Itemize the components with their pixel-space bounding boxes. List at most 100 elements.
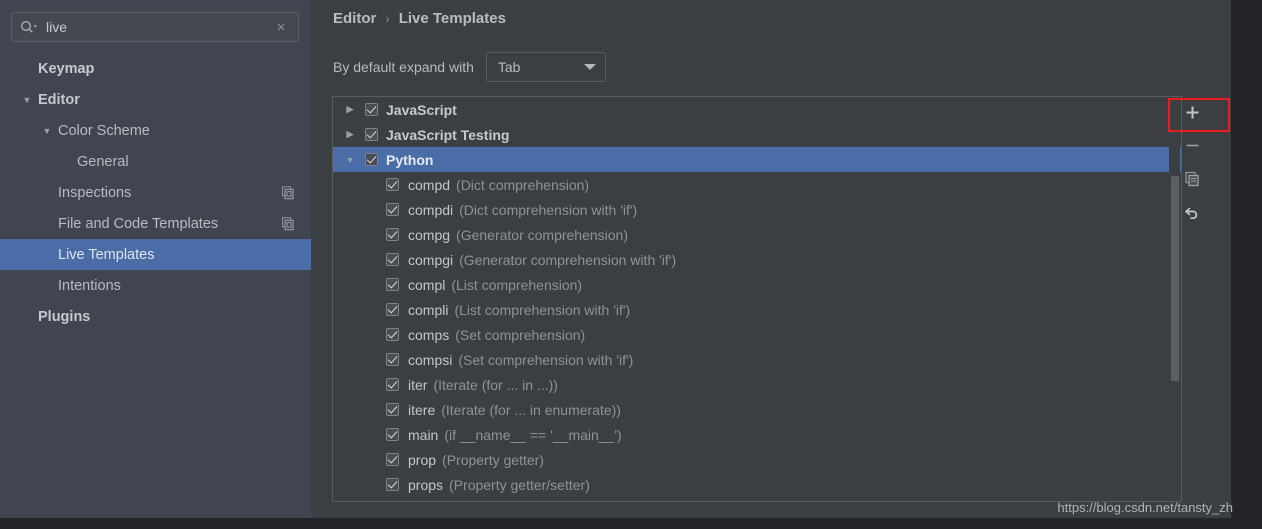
template-checkbox[interactable]: [386, 378, 399, 391]
template-row[interactable]: comps (Set comprehension): [333, 322, 1181, 347]
template-checkbox[interactable]: [386, 353, 399, 366]
template-group-checkbox[interactable]: [365, 103, 378, 116]
search-input[interactable]: [38, 19, 269, 35]
template-description: (Property getter): [442, 451, 544, 468]
live-templates-list[interactable]: ▶ JavaScript ▶ JavaScript Testing ▼ Python com…: [332, 96, 1182, 502]
template-row[interactable]: iter (Iterate (for ... in ...)): [333, 372, 1181, 397]
template-checkbox[interactable]: [386, 303, 399, 316]
sidebar-item-label: Color Scheme: [58, 122, 150, 139]
template-checkbox[interactable]: [386, 228, 399, 241]
search-icon[interactable]: [20, 19, 38, 35]
template-abbreviation: comps: [408, 326, 450, 343]
template-description: (Dict comprehension): [456, 176, 590, 193]
template-abbreviation: compli: [408, 301, 449, 318]
template-checkbox[interactable]: [386, 253, 399, 266]
template-checkbox[interactable]: [386, 478, 399, 491]
sidebar-item-label: Live Templates: [58, 246, 155, 263]
template-row[interactable]: compgi (Generator comprehension with 'if'…: [333, 247, 1181, 272]
template-row[interactable]: compl (List comprehension): [333, 272, 1181, 297]
clear-search-icon[interactable]: ×: [269, 15, 293, 39]
settings-search-box[interactable]: ×: [11, 12, 299, 42]
template-abbreviation: itere: [408, 401, 436, 418]
settings-tree: Keymap ▼ Editor ▼ Color Scheme General Inspect…: [0, 53, 311, 332]
template-group-row[interactable]: ▶ JavaScript Testing: [333, 122, 1181, 147]
settings-dialog: × Keymap ▼ Editor ▼ Color Scheme General Inspe…: [0, 0, 1262, 529]
template-row[interactable]: compdi (Dict comprehension with 'if'): [333, 197, 1181, 222]
chevron-down-icon[interactable]: ▼: [40, 124, 54, 138]
duplicate-template-button[interactable]: [1176, 162, 1208, 195]
sidebar-item-label: General: [77, 153, 129, 170]
chevron-down-icon[interactable]: ▼: [344, 154, 356, 166]
expand-with-value: Tab: [497, 59, 521, 75]
template-abbreviation: main: [408, 426, 439, 443]
bottom-edge-strip: [0, 518, 1262, 529]
chevron-right-icon[interactable]: ▶: [344, 129, 356, 141]
template-description: (Set comprehension): [455, 326, 586, 343]
template-abbreviation: compg: [408, 226, 451, 243]
template-row[interactable]: props (Property getter/setter): [333, 472, 1181, 497]
sidebar-item-live-templates[interactable]: Live Templates: [0, 239, 311, 270]
sidebar-item-editor[interactable]: ▼ Editor: [0, 84, 311, 115]
sidebar-item-plugins[interactable]: Plugins: [0, 301, 311, 332]
sidebar-item-label: Editor: [38, 91, 80, 108]
template-row[interactable]: prop (Property getter): [333, 447, 1181, 472]
template-checkbox[interactable]: [386, 403, 399, 416]
template-group-name: JavaScript: [386, 101, 457, 118]
template-description: (List comprehension): [451, 276, 583, 293]
remove-template-button[interactable]: [1176, 129, 1208, 162]
sidebar-item-inspections[interactable]: Inspections: [0, 177, 311, 208]
sidebar-item-file-and-code-templates[interactable]: File and Code Templates: [0, 208, 311, 239]
template-group-checkbox[interactable]: [365, 128, 378, 141]
template-row[interactable]: itere (Iterate (for ... in enumerate)): [333, 397, 1181, 422]
template-group-row[interactable]: ▶ JavaScript: [333, 97, 1181, 122]
template-abbreviation: compgi: [408, 251, 454, 268]
sidebar-item-label: Inspections: [58, 184, 132, 201]
list-toolbar: [1176, 96, 1208, 228]
sidebar-item-keymap[interactable]: Keymap: [0, 53, 311, 84]
breadcrumb-current: Live Templates: [398, 10, 506, 27]
template-row[interactable]: compd (Dict comprehension): [333, 172, 1181, 197]
template-abbreviation: compd: [408, 176, 451, 193]
chevron-down-icon[interactable]: ▼: [20, 93, 34, 107]
expand-with-select[interactable]: Tab: [485, 52, 606, 82]
template-description: (Property getter/setter): [449, 476, 590, 493]
sidebar-item-color-scheme[interactable]: ▼ Color Scheme: [0, 115, 311, 146]
template-group-row[interactable]: ▼ Python: [333, 147, 1181, 172]
add-template-button[interactable]: [1176, 96, 1208, 129]
watermark: https://blog.csdn.net/tansty_zh: [1057, 500, 1233, 515]
template-checkbox[interactable]: [386, 328, 399, 341]
template-description: (Generator comprehension): [456, 226, 629, 243]
template-row[interactable]: compsi (Set comprehension with 'if'): [333, 347, 1181, 372]
template-description: (Set comprehension with 'if'): [458, 351, 634, 368]
template-group-checkbox[interactable]: [365, 153, 378, 166]
template-abbreviation: compdi: [408, 201, 454, 218]
main-panel: Editor › Live Templates By default expan…: [311, 0, 1231, 518]
template-checkbox[interactable]: [386, 453, 399, 466]
sidebar-item-intentions[interactable]: Intentions: [0, 270, 311, 301]
template-row[interactable]: compli (List comprehension with 'if'): [333, 297, 1181, 322]
revert-template-button[interactable]: [1176, 195, 1208, 228]
expand-with-label: By default expand with: [333, 59, 474, 75]
template-checkbox[interactable]: [386, 278, 399, 291]
breadcrumb-separator: ›: [385, 11, 390, 26]
sidebar-item-label: Keymap: [38, 60, 95, 77]
sidebar-item-label: File and Code Templates: [58, 215, 219, 232]
breadcrumb: Editor › Live Templates: [333, 10, 506, 27]
chevron-right-icon[interactable]: ▶: [344, 104, 356, 116]
template-row[interactable]: main (if __name__ == '__main__'): [333, 422, 1181, 447]
template-checkbox[interactable]: [386, 428, 399, 441]
sidebar-item-general[interactable]: General: [0, 146, 311, 177]
chevron-down-icon: [583, 64, 596, 70]
template-abbreviation: props: [408, 476, 444, 493]
template-description: (List comprehension with 'if'): [454, 301, 631, 318]
copy-settings-icon[interactable]: [281, 216, 295, 231]
template-row[interactable]: compg (Generator comprehension): [333, 222, 1181, 247]
template-description: (Iterate (for ... in ...)): [433, 376, 558, 393]
breadcrumb-parent[interactable]: Editor: [333, 10, 376, 27]
template-checkbox[interactable]: [386, 178, 399, 191]
settings-sidebar: × Keymap ▼ Editor ▼ Color Scheme General Inspe…: [0, 0, 311, 518]
sidebar-item-label: Intentions: [58, 277, 121, 294]
template-abbreviation: compsi: [408, 351, 453, 368]
template-checkbox[interactable]: [386, 203, 399, 216]
copy-settings-icon[interactable]: [281, 185, 295, 200]
